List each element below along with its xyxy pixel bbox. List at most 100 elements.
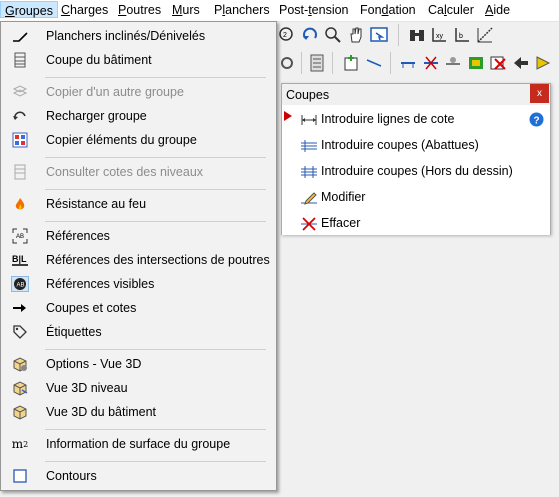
menu-item-copier-elements[interactable]: Copier éléments du groupe xyxy=(3,129,274,151)
contour-icon xyxy=(11,468,29,484)
groupes-dropdown: Planchers inclinés/Dénivelés Coupe du bâ… xyxy=(0,21,277,491)
menu-separator xyxy=(45,157,266,158)
svg-text:2: 2 xyxy=(283,32,287,39)
menu-item-label: Résistance au feu xyxy=(46,197,147,211)
menu-item-label: Références xyxy=(46,229,110,243)
menu-item-label: Recharger groupe xyxy=(46,109,147,123)
fire-icon xyxy=(11,196,29,212)
menu-calculer[interactable]: Calculer xyxy=(428,3,474,20)
panel-icon[interactable] xyxy=(308,54,326,72)
help-icon[interactable]: ? xyxy=(529,112,544,127)
panel-item-label: Modifier xyxy=(321,190,366,204)
close-button[interactable]: x xyxy=(530,84,549,103)
menu-separator xyxy=(45,461,266,462)
panel-item-modifier[interactable]: Modifier xyxy=(282,185,550,211)
menu-item-consulter-cotes[interactable]: Consulter cotes des niveaux xyxy=(3,161,274,183)
levels-icon xyxy=(11,164,29,180)
menu-item-references-intersections[interactable]: B|L Références des intersections de pout… xyxy=(3,249,274,271)
copy-elements-icon xyxy=(11,132,29,148)
panel-title: Coupes xyxy=(286,88,330,102)
menu-item-coupes-cotes[interactable]: Coupes et cotes xyxy=(3,297,274,319)
color-edit-icon[interactable] xyxy=(467,54,485,72)
arrow-left-icon[interactable] xyxy=(512,54,530,72)
section-folded-icon xyxy=(301,140,317,152)
move-icon[interactable] xyxy=(534,54,552,72)
menu-fondation[interactable]: Fondation xyxy=(360,3,416,20)
menu-item-label: Copier d'un autre groupe xyxy=(46,85,184,99)
menu-groupes[interactable]: Groupes xyxy=(0,1,58,18)
menu-separator xyxy=(45,221,266,222)
toolbar-separator xyxy=(301,52,302,74)
svg-text:AB: AB xyxy=(17,283,25,289)
panel-item-coupes-abattues[interactable]: Introduire coupes (Abattues) xyxy=(282,133,550,159)
svg-text:b: b xyxy=(459,33,463,40)
menu-item-references-visibles[interactable]: AB Références visibles xyxy=(3,273,274,295)
copy-group-icon xyxy=(11,84,29,100)
panel-body: Introduire lignes de cote ? Introduire c… xyxy=(282,105,550,235)
add-element-icon[interactable] xyxy=(342,54,360,72)
zoom-window-icon[interactable]: 2 xyxy=(278,26,296,44)
menu-item-recharger-groupe[interactable]: Recharger groupe xyxy=(3,105,274,127)
menu-item-vue-3d-batiment[interactable]: Vue 3D du bâtiment xyxy=(3,401,274,423)
panel-item-label: Introduire lignes de cote xyxy=(321,112,455,126)
toolbar-second xyxy=(277,50,559,76)
menu-item-label: Références visibles xyxy=(46,277,155,291)
menu-item-options-vue-3d[interactable]: Options - Vue 3D xyxy=(3,353,274,375)
select-window-icon[interactable] xyxy=(370,26,388,44)
menu-item-resistance-feu[interactable]: Résistance au feu xyxy=(3,193,274,215)
delete-red-icon[interactable] xyxy=(489,54,507,72)
rotate-icon[interactable] xyxy=(301,26,319,44)
axis-ly-icon[interactable]: xy xyxy=(430,26,448,44)
panel-item-effacer[interactable]: Effacer xyxy=(282,211,550,237)
menu-separator xyxy=(45,349,266,350)
menu-item-label: Options - Vue 3D xyxy=(46,357,142,371)
panel-item-label: Effacer xyxy=(321,216,361,230)
3d-level-icon xyxy=(11,380,29,396)
svg-text:?: ? xyxy=(534,116,540,127)
building-section-icon xyxy=(11,52,29,68)
delete-beam-icon[interactable] xyxy=(422,54,440,72)
menu-item-label: Vue 3D du bâtiment xyxy=(46,405,157,419)
menu-item-label: Copier éléments du groupe xyxy=(46,133,197,147)
menu-item-label: Information de surface du groupe xyxy=(46,437,231,451)
menu-item-label: Consulter cotes des niveaux xyxy=(46,165,204,179)
menu-separator xyxy=(45,189,266,190)
edit-icon xyxy=(301,192,317,205)
menu-separator xyxy=(45,429,266,430)
svg-text:xy: xy xyxy=(436,33,444,40)
axis-lb-icon[interactable]: b xyxy=(453,26,471,44)
references-icon: AB xyxy=(11,228,29,244)
menu-planchers[interactable]: Planchers xyxy=(214,3,270,20)
menu-item-coupe-batiment[interactable]: Coupe du bâtiment xyxy=(3,49,274,71)
beam-icon[interactable] xyxy=(399,54,417,72)
zoom-icon[interactable] xyxy=(324,26,342,44)
menu-item-references[interactable]: AB Références xyxy=(3,225,274,247)
menu-aide[interactable]: Aide xyxy=(485,3,510,20)
menu-item-label: Références des intersections de poutres xyxy=(46,253,270,267)
menu-item-copier-autre-groupe[interactable]: Copier d'un autre groupe xyxy=(3,81,274,103)
measure-icon[interactable] xyxy=(476,26,494,44)
panel-item-lignes-cote[interactable]: Introduire lignes de cote ? xyxy=(282,107,550,133)
delete-icon xyxy=(301,217,317,231)
menu-post-tension[interactable]: Post-tension xyxy=(279,3,349,20)
panel-item-coupes-hors[interactable]: Introduire coupes (Hors du dessin) xyxy=(282,159,550,185)
menu-item-vue-3d-niveau[interactable]: Vue 3D niveau xyxy=(3,377,274,399)
pan-hand-icon[interactable] xyxy=(347,26,365,44)
menu-poutres[interactable]: Poutres xyxy=(118,3,161,20)
3d-building-icon xyxy=(11,404,29,420)
line-draw-icon[interactable] xyxy=(365,54,383,72)
menu-item-contours[interactable]: Contours xyxy=(3,465,274,487)
menu-item-etiquettes[interactable]: Étiquettes xyxy=(3,321,274,343)
area-m2-icon: m2 xyxy=(11,437,29,451)
menu-item-planchers-inclines[interactable]: Planchers inclinés/Dénivelés xyxy=(3,25,274,47)
binoculars-icon[interactable] xyxy=(408,26,426,44)
menu-item-information-surface[interactable]: m2 Information de surface du groupe xyxy=(3,433,274,455)
gear-icon[interactable] xyxy=(278,54,296,72)
toolbar-top: 2 xy b xyxy=(277,22,559,48)
menu-charges[interactable]: Charges xyxy=(61,3,108,20)
menu-item-label: Contours xyxy=(46,469,97,483)
beam-options-icon[interactable] xyxy=(444,54,462,72)
menu-item-label: Étiquettes xyxy=(46,325,102,339)
menu-murs[interactable]: Murs xyxy=(172,3,200,20)
panel-item-label: Introduire coupes (Hors du dessin) xyxy=(321,164,513,178)
